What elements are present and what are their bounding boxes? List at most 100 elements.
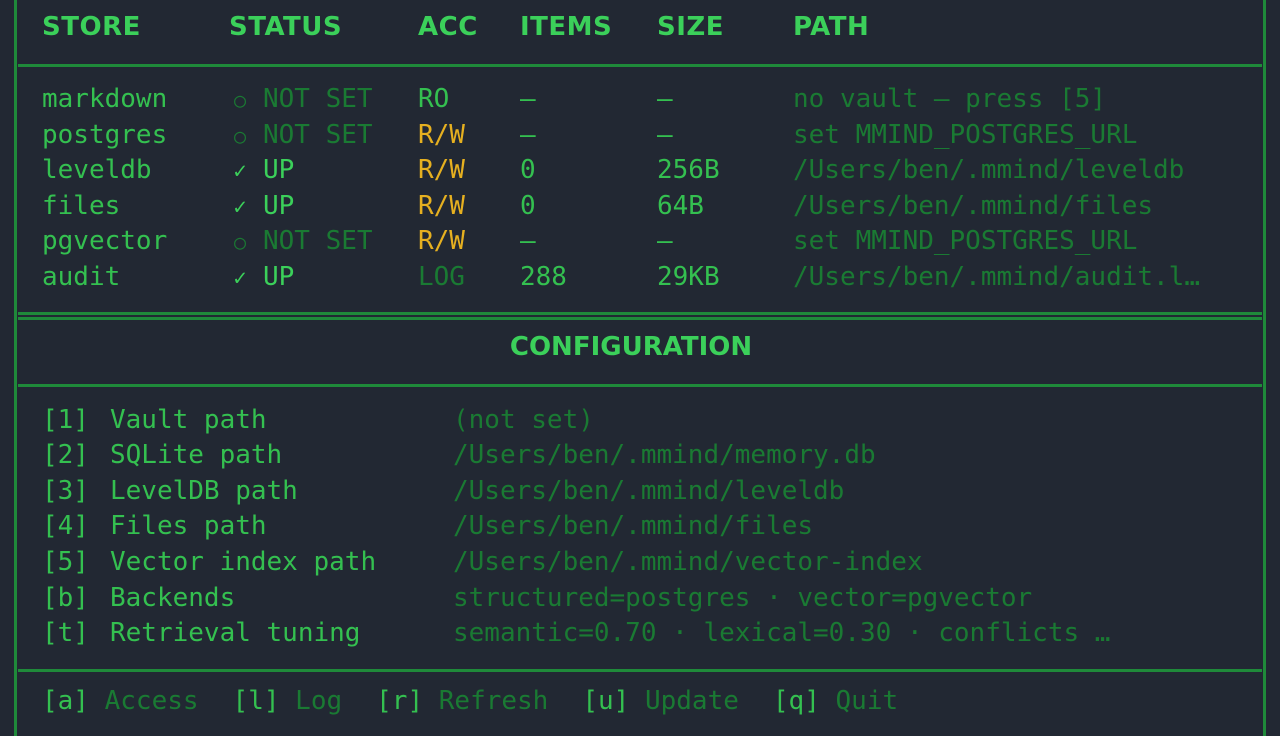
store-name: leveldb [42,155,152,185]
footer-action-log[interactable]: [l] Log [233,686,377,716]
divider [18,317,1262,320]
config-value: /Users/ben/.mmind/files [453,511,814,541]
config-item[interactable]: [t] Retrieval tuning semantic=0.70 · lexic… [0,618,1280,654]
access-mode: RO [418,84,450,114]
status-badge: ○ NOT SET [229,226,373,256]
config-hotkey: [t] [42,618,89,648]
config-hotkey: [b] [42,583,89,613]
action-hotkey: [u] [582,686,630,716]
status-badge: ○ NOT SET [229,120,373,150]
action-label: Log [295,686,343,716]
footer-action-refresh[interactable]: [r] Refresh [376,686,582,716]
footer-action-update[interactable]: [u] Update [582,686,773,716]
config-value: (not set) [453,405,594,435]
store-name: markdown [42,84,168,114]
status-text: NOT SET [263,226,373,256]
store-size: — [657,226,673,256]
circle-icon: ○ [233,124,247,148]
items-count: 288 [520,262,567,292]
store-path: set MMIND_POSTGRES_URL [793,226,1138,256]
table-row[interactable]: markdown ○ NOT SET RO — — no vault — press [5] [0,84,1280,120]
store-name: pgvector [42,226,168,256]
config-value: /Users/ben/.mmind/leveldb [453,476,845,506]
table-row[interactable]: pgvector ○ NOT SET R/W — — set MMIND_POSTGRES_… [0,226,1280,262]
items-count: 0 [520,191,536,221]
status-badge: ○ NOT SET [229,84,373,114]
header-status: STATUS [229,12,343,42]
table-row[interactable]: audit ✓ UP LOG 288 29KB/Users/ben/.mmind/audi… [0,262,1280,298]
access-mode: R/W [418,191,465,221]
access-mode: R/W [418,155,465,185]
divider [18,669,1262,672]
store-name: postgres [42,120,168,150]
status-text: UP [263,191,295,221]
config-item[interactable]: [4] Files path/Users/ben/.mmind/files [0,511,1280,547]
footer-action-quit[interactable]: [q] Quit [773,686,932,716]
config-label: Vault path [110,405,267,435]
action-label: Access [104,686,199,716]
config-hotkey: [5] [42,547,89,577]
config-label: SQLite path [110,440,283,470]
footer-actions: [a] Access [l] Log [r] Refresh [u] Update [q… [42,686,932,716]
store-size: — [657,120,673,150]
footer-action-access[interactable]: [a] Access [42,686,233,716]
access-mode: R/W [418,120,465,150]
header-size: SIZE [657,12,725,42]
store-size: 29KB [657,262,720,292]
store-name: files [42,191,121,221]
circle-icon: ○ [233,230,247,254]
config-label: Vector index path [110,547,377,577]
header-path: PATH [793,12,870,42]
config-value: structured=postgres · vector=pgvector [453,583,1033,613]
config-hotkey: [4] [42,511,89,541]
table-row[interactable]: postgres ○ NOT SET R/W — — set MMIND_POSTGRES_… [0,120,1280,156]
table-row[interactable]: files ✓ UP R/W 0 64B/Users/ben/.mmind/files [0,191,1280,227]
access-mode: LOG [418,262,465,292]
header-items: ITEMS [520,12,613,42]
status-badge: ✓ UP [229,155,294,185]
store-path: no vault — press [5] [793,84,1107,114]
config-item[interactable]: [2] SQLite path/Users/ben/.mmind/memory.d… [0,440,1280,476]
action-label: Refresh [438,686,549,716]
config-label: Files path [110,511,267,541]
access-mode: R/W [418,226,465,256]
config-hotkey: [1] [42,405,89,435]
divider [18,384,1262,387]
config-hotkey: [3] [42,476,89,506]
action-hotkey: [l] [232,686,280,716]
store-path: /Users/ben/.mmind/audit.l… [793,262,1200,292]
table-row[interactable]: leveldb ✓ UP R/W 0 256B/Users/ben/.mmind/leve… [0,155,1280,191]
action-hotkey: [a] [42,686,89,716]
config-label: Backends [110,583,236,613]
items-count: — [520,120,536,150]
configuration-title: CONFIGURATION [509,332,753,362]
config-item[interactable]: [b] Backends structured=postgres · vector=… [0,583,1280,619]
status-text: UP [263,262,295,292]
items-count: — [520,84,536,114]
config-value: /Users/ben/.mmind/memory.db [453,440,876,470]
config-item[interactable]: [3] LevelDB path/Users/ben/.mmind/leveldb [0,476,1280,512]
action-hotkey: [q] [772,686,820,716]
config-label: Retrieval tuning [110,618,361,648]
items-count: — [520,226,536,256]
divider [18,312,1262,315]
store-size: — [657,84,673,114]
status-badge: ✓ UP [229,191,294,221]
config-item[interactable]: [1] Vault path (not set) [0,405,1280,441]
header-acc: ACC [418,12,478,42]
action-label: Update [644,686,739,716]
action-hotkey: [r] [376,686,424,716]
status-badge: ✓ UP [229,262,294,292]
config-value: /Users/ben/.mmind/vector-index [453,547,923,577]
status-text: UP [263,155,295,185]
store-path: /Users/ben/.mmind/files [793,191,1154,221]
status-text: NOT SET [263,120,373,150]
store-path: /Users/ben/.mmind/leveldb [793,155,1185,185]
store-path: set MMIND_POSTGRES_URL [793,120,1138,150]
items-count: 0 [520,155,536,185]
config-label: LevelDB path [110,476,298,506]
store-name: audit [42,262,121,292]
config-item[interactable]: [5] Vector index path/Users/ben/.mmind/ve… [0,547,1280,583]
config-hotkey: [2] [42,440,89,470]
status-text: NOT SET [263,84,373,114]
